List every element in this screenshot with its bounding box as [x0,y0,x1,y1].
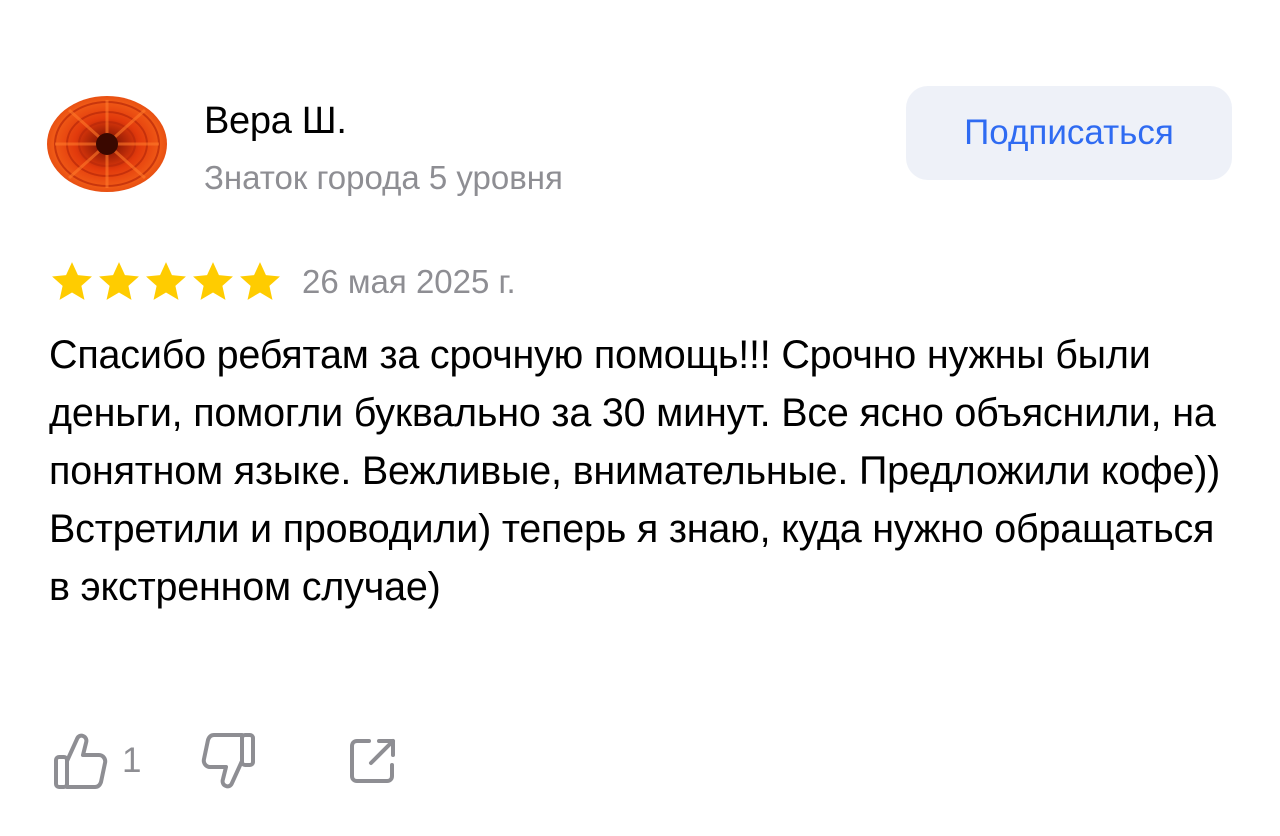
star-icon [146,262,186,300]
like-count: 1 [122,741,142,780]
star-icon [193,262,233,300]
review-date: 26 мая 2025 г. [302,263,516,300]
thumbs-down-icon [202,733,256,789]
avatar[interactable] [47,96,167,192]
share-button[interactable] [347,735,399,787]
star-icon [52,262,92,300]
share-icon [350,739,396,783]
star-icon [99,262,139,300]
thumbs-up-icon [54,733,108,789]
star-icon [240,262,280,300]
rating-stars [49,259,284,305]
subscribe-button[interactable]: Подписаться [906,86,1232,180]
user-name[interactable]: Вера Ш. [204,98,347,144]
dislike-button[interactable] [201,731,257,791]
like-button[interactable]: 1 [52,731,141,791]
rating-row: 26 мая 2025 г. [49,258,516,306]
review-actions: 1 [52,728,399,794]
user-level: Знаток города 5 уровня [204,159,563,196]
orange-flower-avatar-icon [47,96,167,192]
review-text: Спасибо ребятам за срочную помощь!!! Сро… [49,333,1221,609]
